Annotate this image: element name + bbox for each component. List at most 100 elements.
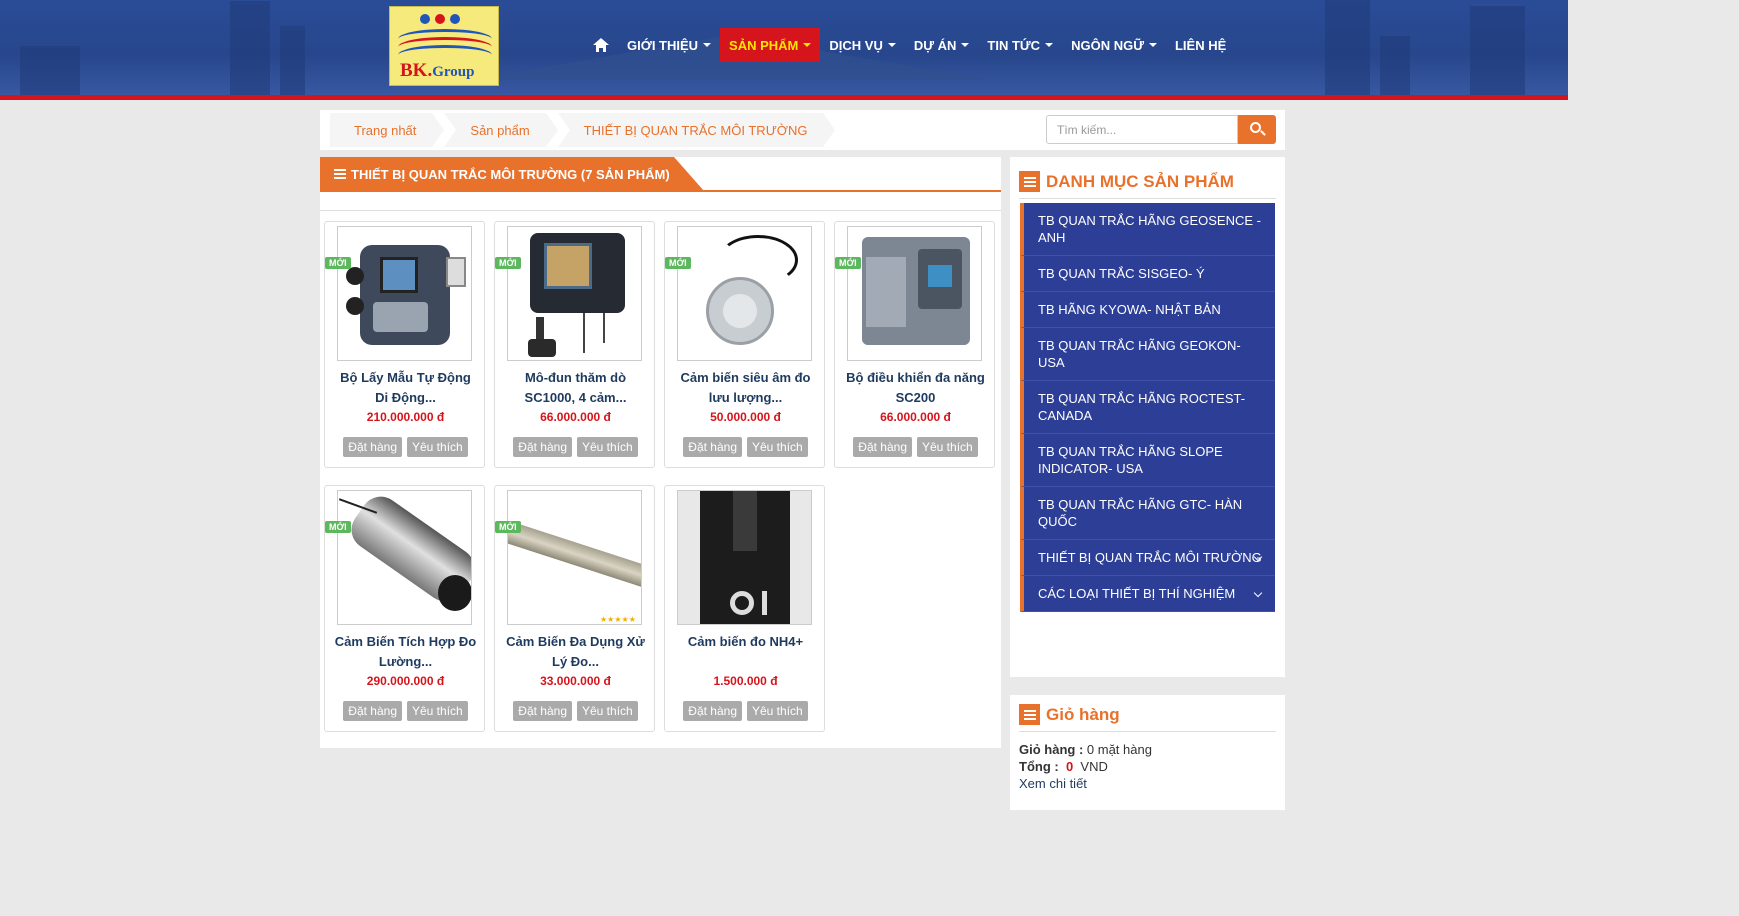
category-menu-label: TB QUAN TRẮC HÃNG GEOKON- USA <box>1038 338 1241 370</box>
category-menu-item[interactable]: CÁC LOẠI THIẾT BỊ THÍ NGHIỆM <box>1020 576 1275 612</box>
product-image[interactable]: ★★★★★ <box>507 490 642 625</box>
category-header: THIẾT BỊ QUAN TRẮC MÔI TRƯỜNG (7 SẢN PHẨ… <box>320 157 1001 192</box>
wishlist-button[interactable]: Yêu thích <box>577 437 638 457</box>
wishlist-button[interactable]: Yêu thích <box>747 437 808 457</box>
product-name[interactable]: Bộ Lấy Mẫu Tự Động Di Động... <box>333 368 478 408</box>
category-menu-label: TB QUAN TRẮC HÃNG ROCTEST- CANADA <box>1038 391 1246 423</box>
caret-down-icon <box>887 43 896 47</box>
product-image[interactable] <box>677 226 812 361</box>
header-background-building <box>1380 36 1410 96</box>
category-menu-item[interactable]: TB QUAN TRẮC HÃNG GTC- HÀN QUỐC <box>1020 487 1275 540</box>
category-menu-label: TB HÃNG KYOWA- NHẬT BẢN <box>1038 302 1221 317</box>
product-image[interactable] <box>847 226 982 361</box>
breadcrumb-item[interactable]: Trang nhất <box>330 113 445 147</box>
breadcrumb-item[interactable]: THIẾT BỊ QUAN TRẮC MÔI TRƯỜNG <box>557 113 836 147</box>
new-badge: MỚI <box>495 521 521 533</box>
product-actions: Đặt hàng Yêu thích <box>665 701 826 721</box>
product-image[interactable] <box>337 490 472 625</box>
caret-down-icon <box>1148 43 1157 47</box>
order-button[interactable]: Đặt hàng <box>513 701 572 721</box>
product-actions: Đặt hàng Yêu thích <box>665 437 826 457</box>
order-button[interactable]: Đặt hàng <box>683 701 742 721</box>
category-menu-label: TB QUAN TRẮC HÃNG GTC- HÀN QUỐC <box>1038 497 1243 529</box>
product-price: 290.000.000 đ <box>366 674 445 688</box>
category-menu-label: TB QUAN TRẮC SISGEO- Ý <box>1038 266 1205 281</box>
category-menu-item[interactable]: TB QUAN TRẮC HÃNG GEOSENCE - ANH <box>1020 203 1275 256</box>
nav-item-label: LIÊN HỆ <box>1174 37 1227 53</box>
nav-item[interactable]: DỊCH VỤ <box>820 28 904 62</box>
cart-title: Giỏ hàng <box>1019 698 1276 732</box>
header-red-line <box>0 95 1568 100</box>
nav-item[interactable]: GIỚI THIỆU <box>618 28 720 62</box>
category-menu-label: TB QUAN TRẮC HÃNG GEOSENCE - ANH <box>1038 213 1261 245</box>
cart-total-row: Tổng : 0 VND <box>1019 759 1108 774</box>
main-nav: GIỚI THIỆU SẢN PHẨM DỊCH VỤ DỰ ÁN TIN TỨC NGÔ… <box>584 28 1235 62</box>
cart-summary: Giỏ hàng : 0 mặt hàng Tổng : 0 VND Xem c… <box>1019 741 1152 792</box>
category-menu-item[interactable]: TB QUAN TRẮC HÃNG SLOPE INDICATOR- USA <box>1020 434 1275 487</box>
order-button[interactable]: Đặt hàng <box>343 701 402 721</box>
category-menu-item[interactable]: TB QUAN TRẮC HÃNG GEOKON- USA <box>1020 328 1275 381</box>
product-price: 66.000.000 đ <box>540 410 611 424</box>
header-background-building <box>1325 0 1370 96</box>
nav-item-label: SẢN PHẨM <box>729 37 799 53</box>
wishlist-button[interactable]: Yêu thích <box>917 437 978 457</box>
category-menu-item[interactable]: TB QUAN TRẮC HÃNG ROCTEST- CANADA <box>1020 381 1275 434</box>
breadcrumb-item[interactable]: Sản phẩm <box>444 113 558 147</box>
category-title: THIẾT BỊ QUAN TRẮC MÔI TRƯỜNG (7 SẢN PHẨ… <box>320 157 704 191</box>
site-logo[interactable]: BK.Group <box>389 6 499 86</box>
order-button[interactable]: Đặt hàng <box>683 437 742 457</box>
nav-item[interactable]: SẢN PHẨM <box>720 28 821 62</box>
product-actions: Đặt hàng Yêu thích <box>495 701 656 721</box>
new-badge: MỚI <box>665 257 691 269</box>
product-image[interactable] <box>337 226 472 361</box>
product-image[interactable] <box>677 490 812 625</box>
nav-item-label: TIN TỨC <box>987 37 1041 53</box>
category-menu-item[interactable]: TB QUAN TRẮC SISGEO- Ý <box>1020 256 1275 292</box>
wishlist-button[interactable]: Yêu thích <box>407 437 468 457</box>
cart-items-row: Giỏ hàng : 0 mặt hàng <box>1019 742 1152 757</box>
product-actions: Đặt hàng Yêu thích <box>325 437 486 457</box>
breadcrumb-bar: Trang nhất Sản phẩm THIẾT BỊ QUAN TRẮC MÔI… <box>320 110 1285 150</box>
nav-item[interactable]: NGÔN NGỮ <box>1062 28 1166 62</box>
list-icon <box>1019 171 1040 192</box>
wishlist-button[interactable]: Yêu thích <box>407 701 468 721</box>
product-price: 33.000.000 đ <box>540 674 611 688</box>
header-background-building <box>20 46 80 96</box>
home-icon <box>593 38 609 52</box>
order-button[interactable]: Đặt hàng <box>513 437 572 457</box>
nav-item-label: NGÔN NGỮ <box>1071 37 1144 53</box>
caret-down-icon <box>703 43 712 47</box>
search-input[interactable] <box>1046 115 1238 144</box>
product-name[interactable]: Cảm biến siêu âm đo lưu lượng... <box>673 368 818 408</box>
order-button[interactable]: Đặt hàng <box>853 437 912 457</box>
category-menu-label: CÁC LOẠI THIẾT BỊ THÍ NGHIỆM <box>1038 586 1236 601</box>
product-name[interactable]: Mô-đun thăm dò SC1000, 4 cảm... <box>503 368 648 408</box>
cart-detail-link[interactable]: Xem chi tiết <box>1019 775 1152 792</box>
wishlist-button[interactable]: Yêu thích <box>747 701 808 721</box>
wishlist-button[interactable]: Yêu thích <box>577 701 638 721</box>
caret-down-icon <box>803 43 812 47</box>
category-menu-item[interactable]: TB HÃNG KYOWA- NHẬT BẢN <box>1020 292 1275 328</box>
search-button[interactable] <box>1238 115 1276 144</box>
nav-item-label: GIỚI THIỆU <box>627 37 699 53</box>
sidebar-title: DANH MỤC SẢN PHẨM <box>1019 165 1276 199</box>
cart-widget: Giỏ hàng Giỏ hàng : 0 mặt hàng Tổng : 0 … <box>1010 695 1285 810</box>
product-name[interactable]: Cảm biến đo NH4+ <box>673 632 818 652</box>
category-menu: TB QUAN TRẮC HÃNG GEOSENCE - ANH TB QUAN … <box>1020 203 1275 612</box>
nav-item-label: DỰ ÁN <box>913 37 957 53</box>
nav-item[interactable]: TIN TỨC <box>978 28 1062 62</box>
product-card: MỚI Bộ điều khiển đa năng SC200 66.000.000… <box>834 221 995 468</box>
product-card: ★★★★★ MỚI Cảm Biến Đa Dụng Xử Lý Đo... 33.0… <box>494 485 655 732</box>
product-name[interactable]: Cảm Biến Tích Hợp Đo Lường... <box>333 632 478 672</box>
nav-item[interactable]: DỰ ÁN <box>905 28 979 62</box>
nav-home[interactable] <box>584 28 618 62</box>
new-badge: MỚI <box>325 257 351 269</box>
product-name[interactable]: Bộ điều khiển đa năng SC200 <box>843 368 988 408</box>
nav-item[interactable]: LIÊN HỆ <box>1166 28 1235 62</box>
category-menu-item[interactable]: THIẾT BỊ QUAN TRẮC MÔI TRƯỜNG <box>1020 540 1275 576</box>
order-button[interactable]: Đặt hàng <box>343 437 402 457</box>
product-name[interactable]: Cảm Biến Đa Dụng Xử Lý Đo... <box>503 632 648 672</box>
product-price: 210.000.000 đ <box>366 410 445 424</box>
product-image[interactable] <box>507 226 642 361</box>
breadcrumb: Trang nhất Sản phẩm THIẾT BỊ QUAN TRẮC MÔI… <box>330 110 836 150</box>
